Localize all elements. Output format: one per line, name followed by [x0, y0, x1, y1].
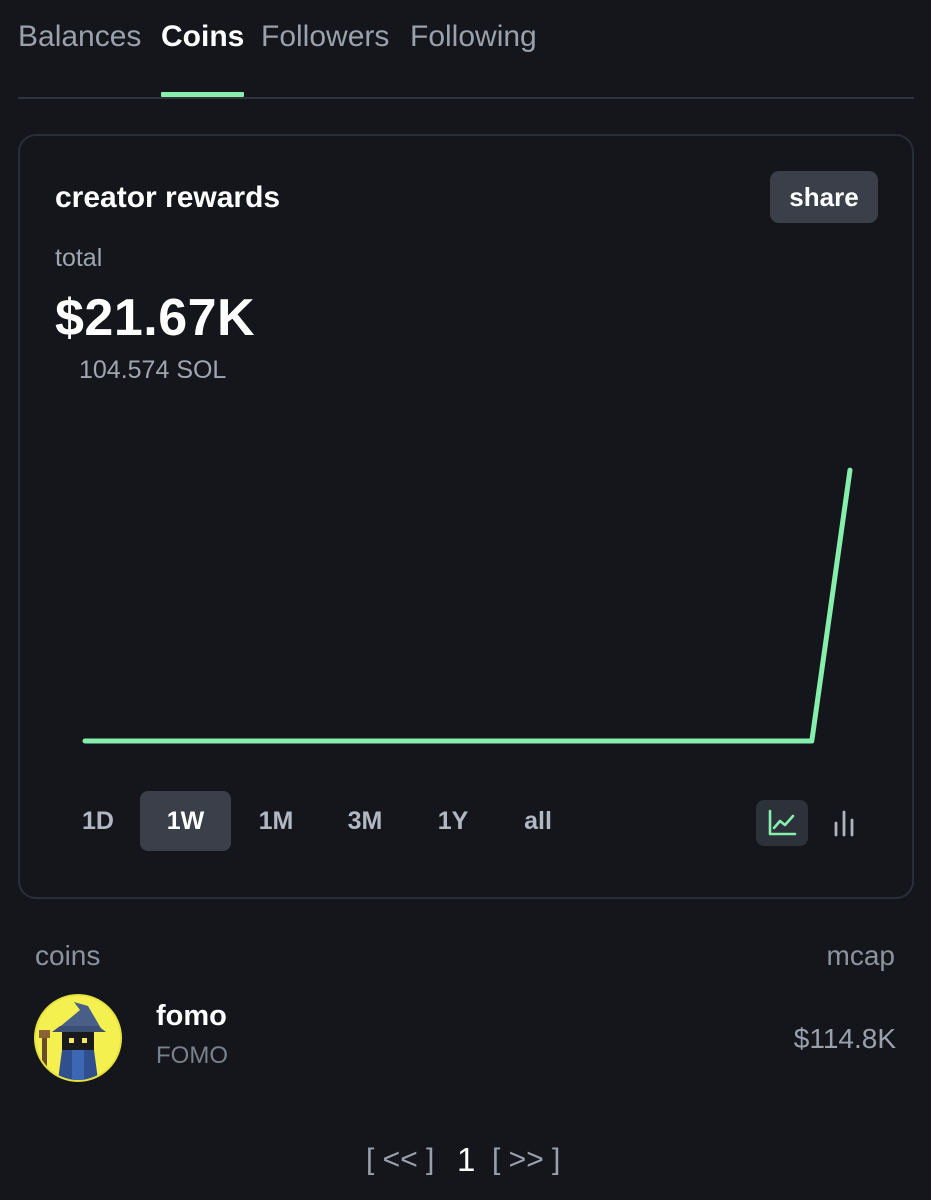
range-1y-button[interactable]: 1Y: [415, 791, 491, 851]
coin-name: fomo: [156, 1000, 227, 1032]
active-tab-indicator: [161, 92, 244, 97]
range-all-button[interactable]: all: [500, 791, 576, 851]
share-button[interactable]: share: [770, 171, 878, 223]
mcap-column-header: mcap: [826, 940, 895, 971]
range-1m-button[interactable]: 1M: [238, 791, 314, 851]
profile-tabs: Balances Coins Followers Following: [18, 0, 914, 99]
line-chart-toggle[interactable]: [756, 800, 808, 846]
total-value: $21.67K: [55, 289, 256, 347]
bar-chart-icon: [834, 810, 854, 837]
total-sol-value: 104.574 SOL: [79, 356, 227, 384]
bar-chart-toggle[interactable]: [818, 800, 870, 846]
range-1w-button[interactable]: 1W: [140, 791, 231, 851]
total-label: total: [55, 244, 103, 272]
creator-rewards-card: creator rewards share total $21.67K 104.…: [18, 134, 914, 899]
coin-row[interactable]: fomo FOMO $114.8K: [34, 994, 896, 1084]
coins-column-header: coins: [35, 940, 101, 971]
wizard-avatar-icon: [36, 996, 120, 1080]
next-page-button[interactable]: [ >> ]: [492, 1140, 560, 1180]
coin-symbol: FOMO: [156, 1042, 228, 1069]
coin-avatar: [34, 994, 122, 1082]
current-page-number: 1: [457, 1141, 476, 1178]
coin-mcap: $114.8K: [793, 1023, 896, 1054]
card-title: creator rewards: [55, 181, 281, 214]
range-3m-button[interactable]: 3M: [327, 791, 403, 851]
tab-following[interactable]: Following: [410, 18, 537, 56]
rewards-series-line: [82, 467, 853, 744]
profile-coins-page: Balances Coins Followers Following creat…: [0, 0, 931, 1200]
line-chart-icon: [768, 809, 797, 836]
tab-followers[interactable]: Followers: [261, 18, 389, 56]
tab-balances[interactable]: Balances: [18, 18, 141, 56]
rewards-line-chart[interactable]: [60, 426, 880, 756]
tab-coins[interactable]: Coins: [161, 18, 244, 56]
range-1d-button[interactable]: 1D: [60, 791, 136, 851]
prev-page-button[interactable]: [ << ]: [366, 1140, 434, 1180]
